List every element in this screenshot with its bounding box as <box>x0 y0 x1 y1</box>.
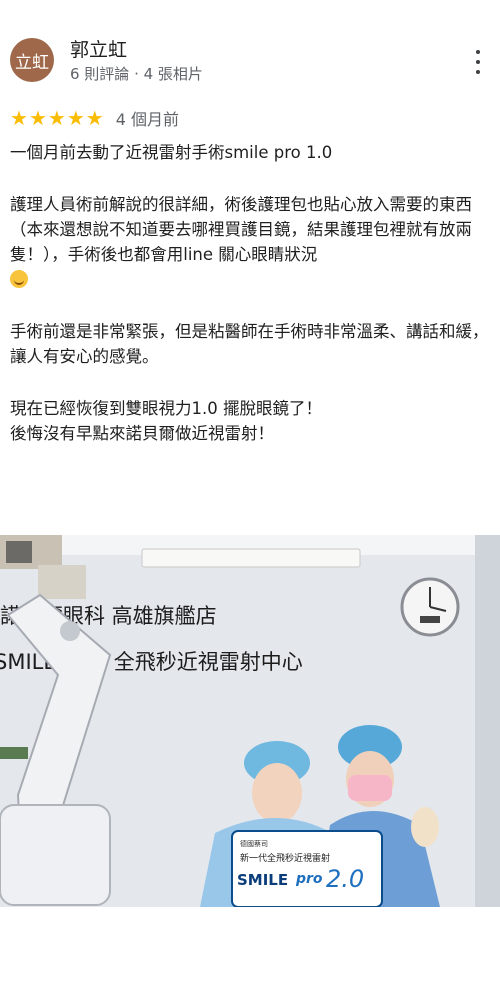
review-time: 4 個月前 <box>115 110 179 129</box>
reviewer-name[interactable]: 郭立虹 <box>70 35 127 62</box>
star-icon: ★ <box>10 106 28 130</box>
review-paragraph: 現在已經恢復到雙眼視力1.0 擺脫眼鏡了！ 後悔沒有早點來諾貝爾做近視雷射！ <box>10 399 322 443</box>
review-header: 立虹 郭立虹 6 則評論 · 4 張相片 <box>0 0 500 100</box>
sign-pro: pro <box>295 871 323 887</box>
review-photo[interactable]: 諾貝爾眼科 高雄旗艦店 SMILE PRO 全飛秒近視雷射中心 德國蔡司 新一代… <box>0 535 500 907</box>
sign-smile: SMILE <box>237 871 288 889</box>
sign-subtitle: 新一代全飛秒近視雷射 <box>240 852 330 864</box>
star-icon: ★ <box>66 106 85 130</box>
review-paragraph: 一個月前去動了近視雷射手術smile pro 1.0 <box>10 143 333 162</box>
avatar-initials: 立虹 <box>15 52 49 73</box>
review-paragraph: 護理人員術前解說的很詳細，術後護理包也貼心放入需要的東西（本來還想說不知道要去哪… <box>10 192 494 292</box>
star-icon: ★ <box>28 106 47 130</box>
sign-version: 2.0 <box>326 865 364 893</box>
more-options-icon[interactable] <box>468 50 488 74</box>
star-icon: ★ <box>47 106 66 130</box>
sign-brand: 德國蔡司 <box>240 839 268 848</box>
rating-row: ★ ★ ★ ★ ★ 4 個月前 <box>10 106 179 130</box>
review-text: 一個月前去動了近視雷射手術smile pro 1.0 護理人員術前解說的很詳細，… <box>10 140 494 473</box>
review-paragraph: 手術前還是非常緊張，但是粘醫師在手術時非常溫柔、講話和緩，讓人有安心的感覺。 <box>10 322 489 366</box>
avatar[interactable]: 立虹 <box>10 38 54 82</box>
star-icon: ★ <box>85 106 104 130</box>
reviewer-meta: 6 則評論 · 4 張相片 <box>70 65 203 83</box>
smiling-face-emoji-icon <box>10 270 28 288</box>
